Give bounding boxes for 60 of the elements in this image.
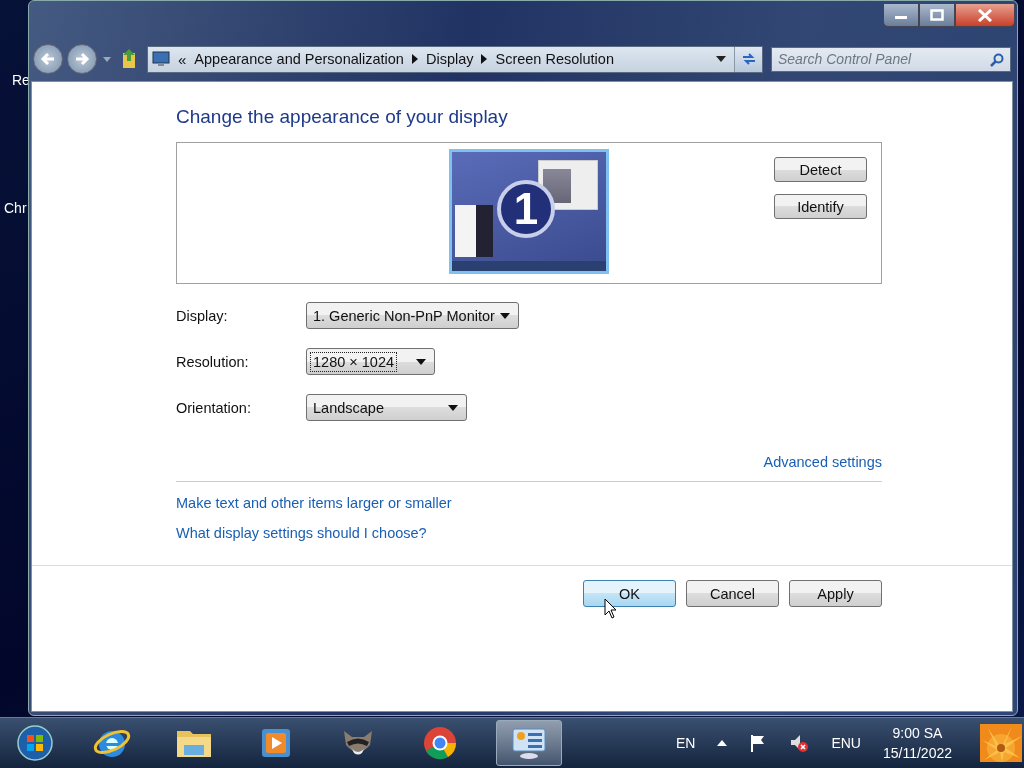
- setting-dropdown[interactable]: 1. Generic Non-PnP Monitor: [306, 302, 519, 329]
- breadcrumb-item[interactable]: Screen Resolution: [495, 51, 614, 67]
- dropdown-value: Landscape: [312, 398, 385, 418]
- advanced-settings-link[interactable]: Advanced settings: [763, 454, 882, 470]
- page-heading: Change the appearance of your display: [176, 106, 509, 128]
- start-orb-icon: [16, 724, 54, 762]
- dropdown-arrow-icon: [500, 312, 510, 319]
- back-button[interactable]: [33, 44, 63, 74]
- side-button[interactable]: Detect: [774, 157, 867, 182]
- setting-dropdown[interactable]: Landscape: [306, 394, 467, 421]
- minimize-button[interactable]: [883, 3, 919, 27]
- dialog-button[interactable]: OK: [583, 580, 676, 607]
- back-arrow-icon: [40, 52, 56, 66]
- side-button[interactable]: Identify: [774, 194, 867, 219]
- refresh-icon: [740, 52, 757, 66]
- address-bar[interactable]: « Appearance and Personalization Display Screen Resolution: [147, 45, 763, 73]
- menu-thumbnail-drawing: [455, 205, 493, 257]
- dialog-button[interactable]: Cancel: [686, 580, 779, 607]
- language-indicator[interactable]: EN: [675, 735, 696, 751]
- address-dropdown-icon[interactable]: [716, 56, 726, 62]
- setting-label: Display:: [176, 307, 229, 324]
- folder-up-icon[interactable]: [121, 49, 137, 69]
- breadcrumb-arrow-icon[interactable]: [411, 54, 418, 64]
- breadcrumb-item[interactable]: Display: [425, 51, 474, 67]
- breadcrumb-item[interactable]: Appearance and Personalization: [194, 51, 404, 67]
- search-icon: [990, 52, 1004, 67]
- window-thumbnail-drawing: [538, 160, 598, 210]
- mouse-cursor-icon: [604, 598, 618, 619]
- setting-dropdown[interactable]: 1280 × 1024: [306, 348, 435, 375]
- dropdown-arrow-icon: [416, 358, 426, 365]
- clock-date: 15/11/2022: [882, 745, 952, 761]
- monitor-number: 1: [497, 180, 555, 238]
- help-link[interactable]: What display settings should I choose?: [176, 525, 427, 541]
- forward-button[interactable]: [67, 44, 97, 74]
- clock[interactable]: 9:00 SA 15/11/2022: [882, 725, 952, 761]
- help-link[interactable]: Make text and other items larger or smaller: [176, 495, 452, 511]
- control-panel-icon: [152, 51, 170, 67]
- search-field[interactable]: Search Control Panel: [771, 46, 1011, 72]
- history-dropdown-icon[interactable]: [103, 56, 111, 62]
- muted-speaker-icon[interactable]: [789, 733, 810, 753]
- input-language-indicator[interactable]: ENU: [831, 735, 861, 751]
- forward-arrow-icon: [74, 52, 90, 66]
- tray-expand-icon[interactable]: [717, 740, 728, 746]
- breadcrumb-overflow-icon[interactable]: «: [178, 50, 187, 68]
- dropdown-arrow-icon: [448, 404, 458, 411]
- start-button[interactable]: [14, 722, 56, 764]
- dialog-button[interactable]: Apply: [789, 580, 882, 607]
- monitor-thumbnail[interactable]: 1: [449, 149, 609, 274]
- dropdown-value: 1280 × 1024: [310, 351, 398, 372]
- maximize-button[interactable]: [919, 3, 955, 27]
- close-button[interactable]: [955, 3, 1015, 27]
- breadcrumb-arrow-icon[interactable]: [481, 54, 488, 64]
- setting-label: Resolution:: [176, 353, 250, 370]
- dropdown-value: 1. Generic Non-PnP Monitor: [312, 306, 496, 326]
- setting-label: Orientation:: [176, 399, 252, 416]
- desktop-icon-label: Chr: [4, 200, 27, 216]
- clock-time: 9:00 SA: [892, 725, 943, 741]
- refresh-button[interactable]: [734, 46, 762, 72]
- maximize-icon: [930, 9, 944, 21]
- close-icon: [977, 8, 993, 22]
